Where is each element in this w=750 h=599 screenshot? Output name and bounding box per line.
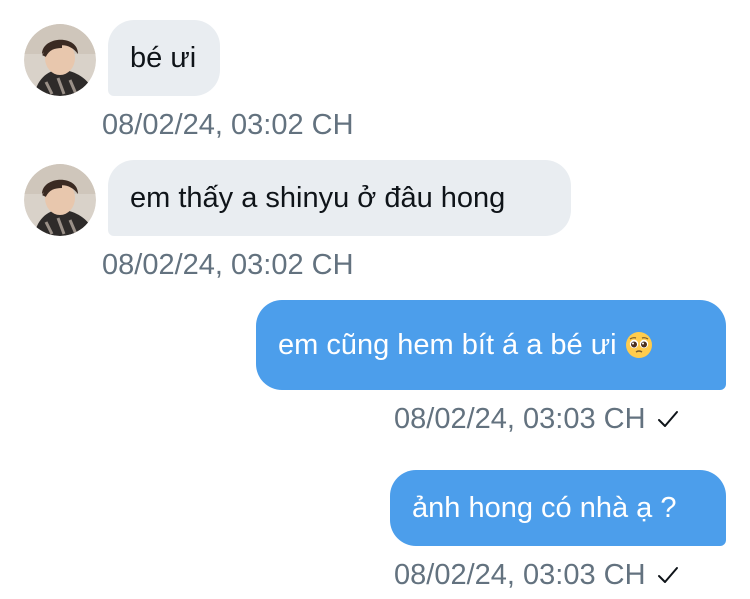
- read-check-icon: [656, 407, 680, 431]
- message-timestamp: 08/02/24, 03:03 CH: [394, 560, 680, 590]
- message-text: bé ưi: [130, 41, 197, 74]
- timestamp-text: 08/02/24, 03:03 CH: [394, 558, 646, 591]
- sender-avatar[interactable]: [24, 24, 96, 96]
- timestamp-text: 08/02/24, 03:02 CH: [102, 108, 354, 141]
- message-text: em cũng hem bít á a bé ưi: [278, 328, 617, 361]
- timestamp-text: 08/02/24, 03:02 CH: [102, 248, 354, 281]
- incoming-message-bubble[interactable]: em thấy a shinyu ở đâu hong: [108, 160, 571, 236]
- chat-thread: bé ưi 08/02/24, 03:02 CH em thấy a shiny…: [0, 0, 750, 599]
- message-timestamp: 08/02/24, 03:02 CH: [102, 110, 354, 140]
- pleading-face-emoji-icon: [625, 331, 653, 359]
- message-timestamp: 08/02/24, 03:02 CH: [102, 250, 354, 280]
- incoming-message-bubble[interactable]: bé ưi: [108, 20, 220, 96]
- read-check-icon: [656, 563, 680, 587]
- message-timestamp: 08/02/24, 03:03 CH: [394, 404, 680, 434]
- outgoing-message-bubble[interactable]: em cũng hem bít á a bé ưi: [256, 300, 726, 390]
- timestamp-text: 08/02/24, 03:03 CH: [394, 402, 646, 435]
- outgoing-message-bubble[interactable]: ảnh hong có nhà ạ ?: [390, 470, 726, 546]
- message-text: ảnh hong có nhà ạ ?: [412, 491, 677, 524]
- message-text: em thấy a shinyu ở đâu hong: [130, 181, 506, 214]
- sender-avatar[interactable]: [24, 164, 96, 236]
